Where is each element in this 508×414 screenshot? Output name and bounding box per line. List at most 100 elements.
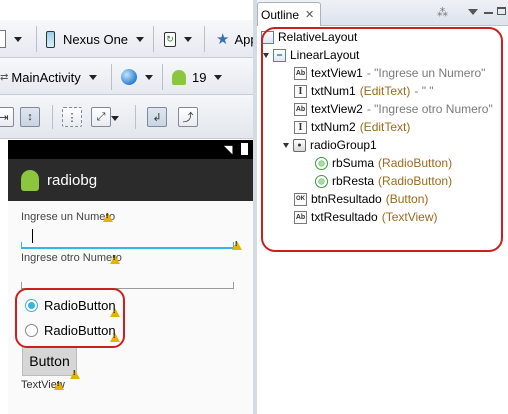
tree-item-name: txtResultado xyxy=(311,210,378,224)
status-bar: ◥ xyxy=(8,140,253,159)
tree-item-type: (EditText) xyxy=(359,120,411,134)
device-combo[interactable]: Nexus One xyxy=(46,27,145,51)
tree-item-textview2[interactable]: Ab textView2 - "Ingrese otro Numero" xyxy=(294,100,493,118)
app-title: radiobg xyxy=(47,171,98,189)
textview-icon: Ab xyxy=(294,210,307,224)
tree-item-btnresultado[interactable]: OK btnResultado (Button) xyxy=(294,190,428,208)
rotate-device-icon: ↻ xyxy=(164,31,176,47)
theme-combo[interactable]: ★ App xyxy=(216,27,253,51)
activity-label: MainActivity xyxy=(11,69,81,85)
tree-item-type: (EditText) xyxy=(359,84,411,98)
device-icon xyxy=(46,30,55,48)
chevron-down-icon[interactable] xyxy=(468,9,478,15)
device-label: Nexus One xyxy=(63,31,129,47)
edittext-icon: I xyxy=(294,120,307,134)
warning-icon xyxy=(103,213,113,222)
chevron-down-icon xyxy=(136,36,145,42)
tree-item-text: - "Ingrese un Numero" xyxy=(366,66,486,80)
layout-actions-toolbar: ⇥ ↕ ⋮ ⤢ ↲ ⤴ xyxy=(0,95,253,139)
warning-icon xyxy=(110,255,120,264)
activity-arrows-icon: ⇄ xyxy=(0,71,9,83)
radio2-label: RadioButton xyxy=(44,323,116,338)
radiobutton-suma[interactable]: RadioButton xyxy=(25,298,116,313)
warning-icon xyxy=(70,370,80,379)
layout-gravity-left-button[interactable]: ↲ xyxy=(147,107,167,127)
tree-item-name: RelativeLayout xyxy=(278,30,358,44)
tree-item-linearlayout[interactable]: ═ LinearLayout xyxy=(263,46,359,64)
layout-weight-button[interactable]: ⤴ xyxy=(178,107,198,127)
wifi-icon: ◥ xyxy=(224,144,233,156)
warning-icon xyxy=(110,308,120,317)
chevron-down-icon xyxy=(214,74,223,80)
tree-item-type: (RadioButton) xyxy=(378,174,453,188)
activity-combo[interactable]: ⇄ MainActivity xyxy=(0,65,97,89)
tree-item-name: rbSuma xyxy=(332,156,375,170)
theme-label: App xyxy=(234,31,253,47)
tree-item-name: txtNum1 xyxy=(311,84,356,98)
android-robot-icon xyxy=(172,69,186,85)
api-level-combo[interactable]: 19 xyxy=(172,65,223,89)
tree-item-name: radioGroup1 xyxy=(310,138,377,152)
label-num1: Ingrese un Numero xyxy=(21,211,116,223)
txtnum2-edittext[interactable] xyxy=(21,282,234,289)
tree-item-txtresultado[interactable]: Ab txtResultado (TextView) xyxy=(294,208,438,226)
app-launcher-icon xyxy=(21,169,39,191)
activity-toolbar: ⇄ MainActivity 19 xyxy=(0,58,253,95)
radio-unchecked-icon xyxy=(25,324,38,337)
maximize-icon[interactable] xyxy=(497,7,506,15)
chevron-down-icon xyxy=(88,74,97,80)
outline-view: Outline ✕ ⁂ RelativeLayout ═ LinearLayou… xyxy=(257,0,508,414)
locale-combo[interactable] xyxy=(121,65,153,89)
tree-item-type: (TextView) xyxy=(381,210,438,224)
layout-margins-button[interactable]: ⋮ xyxy=(62,107,82,127)
globe-icon xyxy=(121,69,137,85)
toggle-fill-height-button[interactable]: ↕ xyxy=(20,107,40,127)
tree-item-txtnum1[interactable]: I txtNum1 (EditText) - " " xyxy=(294,82,434,100)
textview-icon: Ab xyxy=(294,66,307,80)
textview-icon: Ab xyxy=(294,102,307,116)
config-combo[interactable] xyxy=(0,27,22,51)
outline-tab-bar: Outline ✕ ⁂ xyxy=(257,0,508,26)
close-icon[interactable]: ✕ xyxy=(305,8,314,21)
radio1-label: RadioButton xyxy=(44,298,116,313)
expanded-triangle-icon[interactable] xyxy=(283,142,289,148)
tree-item-radiogroup1[interactable]: ● radioGroup1 xyxy=(283,136,377,154)
minimize-icon[interactable] xyxy=(484,12,493,14)
expanded-triangle-icon[interactable] xyxy=(263,52,269,58)
outline-tab-label: Outline xyxy=(261,7,300,22)
tree-item-name: LinearLayout xyxy=(290,48,360,62)
tree-item-name: btnResultado xyxy=(311,192,382,206)
linearlayout-icon: ═ xyxy=(273,48,286,62)
resultado-button-label: Button xyxy=(29,353,70,369)
tree-item-rbresta[interactable]: rbResta (RadioButton) xyxy=(315,172,452,190)
device-screen-preview: ◥ radiobg Ingrese un Numero Ingrese otro… xyxy=(8,140,253,414)
tab-outline[interactable]: Outline ✕ xyxy=(257,2,322,26)
device-toolbar: Nexus One ↻ ★ App xyxy=(0,20,253,58)
chevron-down-icon xyxy=(145,74,153,80)
toggle-fill-width-button[interactable]: ⇥ xyxy=(0,107,14,127)
warning-icon xyxy=(54,381,64,390)
radio-checked-icon xyxy=(25,299,38,312)
tree-item-relativelayout[interactable]: RelativeLayout xyxy=(261,28,357,46)
radiobutton-resta[interactable]: RadioButton xyxy=(25,323,116,338)
warning-icon xyxy=(110,333,120,342)
resultado-button[interactable]: Button xyxy=(22,346,77,376)
resize-button[interactable]: ⤢ xyxy=(91,107,111,127)
orientation-combo[interactable]: ↻ xyxy=(164,27,192,51)
tree-item-name: textView2 xyxy=(311,102,363,116)
txtnum1-edittext[interactable] xyxy=(21,242,234,249)
relativelayout-icon xyxy=(261,30,274,44)
button-icon: OK xyxy=(294,192,307,206)
view-menu-icon[interactable]: ⁂ xyxy=(437,6,448,19)
tree-item-text: - "Ingrese otro Numero" xyxy=(366,102,493,116)
tree-item-type: (RadioButton) xyxy=(378,156,453,170)
tree-item-type: (Button) xyxy=(385,192,429,206)
battery-icon xyxy=(241,143,248,155)
label-num2: Ingrese otro Numero xyxy=(21,252,122,264)
chevron-down-icon[interactable] xyxy=(111,116,119,121)
tree-item-rbsuma[interactable]: rbSuma (RadioButton) xyxy=(315,154,452,172)
tree-item-textview1[interactable]: Ab textView1 - "Ingrese un Numero" xyxy=(294,64,485,82)
tree-item-name: textView1 xyxy=(311,66,363,80)
tree-item-txtnum2[interactable]: I txtNum2 (EditText) xyxy=(294,118,410,136)
edittext-icon: I xyxy=(294,84,307,98)
